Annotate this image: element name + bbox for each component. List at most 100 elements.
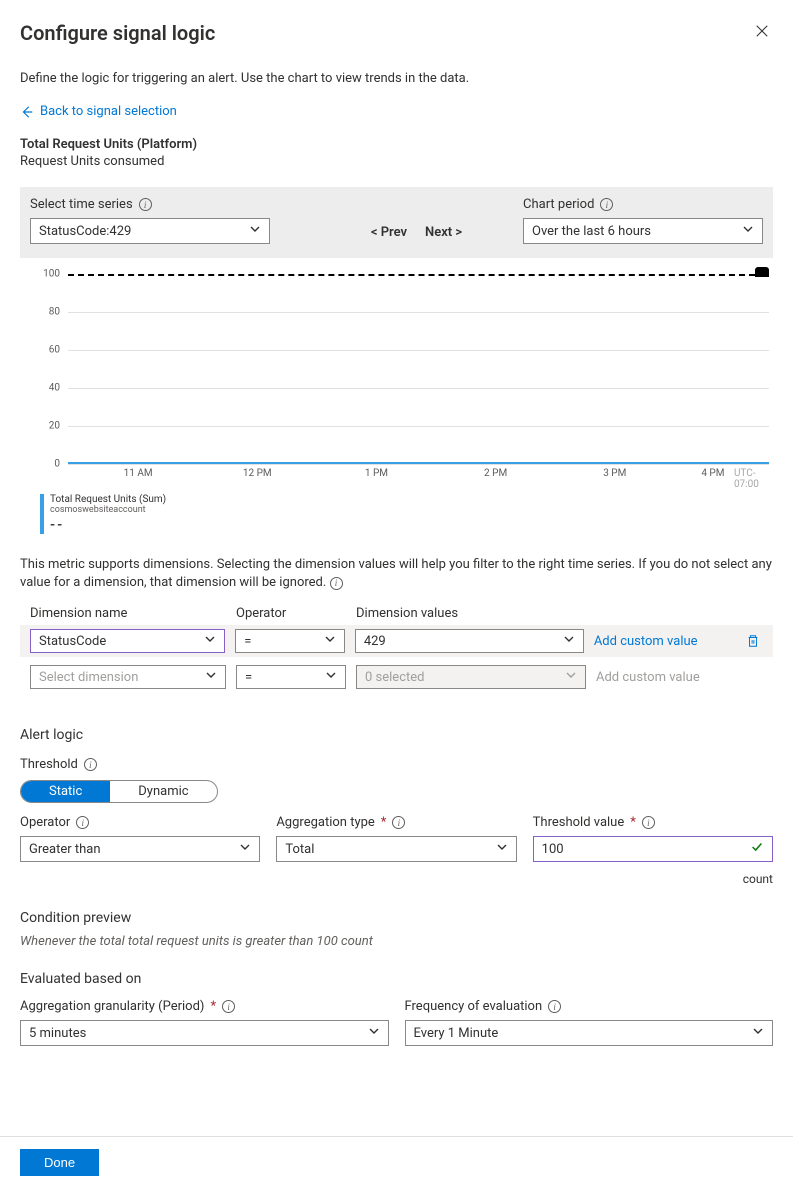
legend-value: -- <box>50 517 166 533</box>
chevron-down-icon <box>752 1025 764 1041</box>
info-icon[interactable]: i <box>548 1000 561 1013</box>
next-button[interactable]: Next > <box>425 225 462 240</box>
ytick: 100 <box>36 269 60 280</box>
chevron-down-icon <box>496 841 508 857</box>
gridline <box>68 464 769 465</box>
gridline <box>68 426 769 427</box>
dim-col-values: Dimension values <box>356 606 586 621</box>
add-custom-value-link: Add custom value <box>596 670 736 685</box>
threshold-unit: count <box>533 872 773 886</box>
close-button[interactable] <box>751 18 773 47</box>
operator-label: Operator <box>20 815 70 830</box>
dimension-values-select[interactable]: 0 selected <box>356 665 586 689</box>
time-series-select[interactable]: StatusCode:429 <box>30 218 270 244</box>
info-icon[interactable]: i <box>76 816 89 829</box>
time-series-value: StatusCode:429 <box>39 224 131 239</box>
required-asterisk: * <box>630 815 636 830</box>
xtick: 3 PM <box>603 468 626 479</box>
ytick: 60 <box>36 345 60 356</box>
done-button[interactable]: Done <box>20 1149 99 1176</box>
page-title: Configure signal logic <box>20 21 215 45</box>
timezone-label: UTC-07:00 <box>734 468 769 490</box>
xtick: 4 PM <box>701 468 724 479</box>
arrow-left-icon <box>20 105 34 119</box>
data-series-line <box>68 462 769 464</box>
chart-period-select[interactable]: Over the last 6 hours <box>523 218 763 244</box>
threshold-static-option[interactable]: Static <box>21 781 110 802</box>
time-series-label: Select time series <box>30 197 133 212</box>
legend-series-name: Total Request Units (Sum) <box>50 494 166 505</box>
info-icon[interactable]: i <box>84 758 97 771</box>
chevron-down-icon <box>565 669 577 685</box>
prev-button[interactable]: < Prev <box>371 225 407 240</box>
condition-preview-heading: Condition preview <box>20 910 773 926</box>
chevron-down-icon <box>204 633 216 649</box>
ytick: 0 <box>36 459 60 470</box>
signal-description: Request Units consumed <box>20 154 773 169</box>
frequency-select[interactable]: Every 1 Minute <box>405 1020 774 1046</box>
gridline <box>68 388 769 389</box>
chart-period-value: Over the last 6 hours <box>532 224 651 239</box>
chevron-down-icon <box>239 841 251 857</box>
info-icon[interactable]: i <box>642 816 655 829</box>
ytick: 40 <box>36 383 60 394</box>
chevron-down-icon <box>324 633 336 649</box>
threshold-dynamic-option[interactable]: Dynamic <box>110 781 216 802</box>
dim-col-operator: Operator <box>236 606 346 621</box>
threshold-handle[interactable] <box>755 267 769 277</box>
signal-name: Total Request Units (Platform) <box>20 137 773 152</box>
aggregation-label: Aggregation type <box>276 815 374 830</box>
chevron-down-icon <box>325 669 337 685</box>
chevron-down-icon <box>742 223 754 239</box>
dimension-operator-select[interactable]: = <box>235 629 345 653</box>
legend-color-swatch <box>40 494 44 534</box>
gridline <box>68 312 769 313</box>
dimension-operator-select[interactable]: = <box>236 665 346 689</box>
legend-account: cosmoswebsiteaccount <box>50 505 166 515</box>
frequency-label: Frequency of evaluation <box>405 999 543 1014</box>
info-icon[interactable]: i <box>392 816 405 829</box>
threshold-line <box>68 274 755 276</box>
threshold-value-label: Threshold value <box>533 815 625 830</box>
gridline <box>68 350 769 351</box>
dimension-name-select[interactable]: Select dimension <box>30 665 226 689</box>
operator-select[interactable]: Greater than <box>20 836 260 862</box>
info-icon[interactable]: i <box>222 1000 235 1013</box>
chevron-down-icon <box>205 669 217 685</box>
xtick: 1 PM <box>365 468 388 479</box>
chart-controls-band: Select time series i StatusCode:429 < Pr… <box>20 187 773 258</box>
info-icon[interactable]: i <box>330 577 343 590</box>
dimension-name-select[interactable]: StatusCode <box>30 629 225 653</box>
back-link[interactable]: Back to signal selection <box>20 104 177 119</box>
aggregation-select[interactable]: Total <box>276 836 516 862</box>
trash-icon <box>746 634 760 648</box>
chevron-down-icon <box>368 1025 380 1041</box>
back-link-text: Back to signal selection <box>40 104 177 119</box>
chevron-down-icon <box>249 223 261 239</box>
required-asterisk: * <box>210 999 216 1014</box>
dimension-row: Select dimension = 0 selected Add custom… <box>30 665 763 689</box>
granularity-select[interactable]: 5 minutes <box>20 1020 389 1046</box>
add-custom-value-link[interactable]: Add custom value <box>594 634 733 649</box>
delete-dimension-button[interactable] <box>743 634 763 648</box>
page-subtitle: Define the logic for triggering an alert… <box>20 71 773 86</box>
evaluated-heading: Evaluated based on <box>20 971 773 987</box>
alert-logic-heading: Alert logic <box>20 727 773 743</box>
dimension-row: StatusCode = 429 Add custom value <box>30 629 763 653</box>
info-icon[interactable]: i <box>600 198 613 211</box>
info-icon[interactable]: i <box>139 198 152 211</box>
ytick: 20 <box>36 421 60 432</box>
dimension-values-select[interactable]: 429 <box>355 629 584 653</box>
threshold-value-input[interactable]: 100 <box>533 836 773 862</box>
ytick: 80 <box>36 307 60 318</box>
chevron-down-icon <box>563 633 575 649</box>
check-icon <box>750 840 764 858</box>
xtick: 11 AM <box>124 468 153 479</box>
granularity-label: Aggregation granularity (Period) <box>20 999 204 1014</box>
chart: 100 80 60 40 20 0 11 AM 12 PM 1 PM 2 PM … <box>20 274 773 534</box>
threshold-label: Threshold <box>20 757 78 772</box>
dimensions-intro: This metric supports dimensions. Selecti… <box>20 556 773 592</box>
xtick: 2 PM <box>484 468 507 479</box>
xtick: 12 PM <box>243 468 272 479</box>
close-icon <box>755 24 769 38</box>
